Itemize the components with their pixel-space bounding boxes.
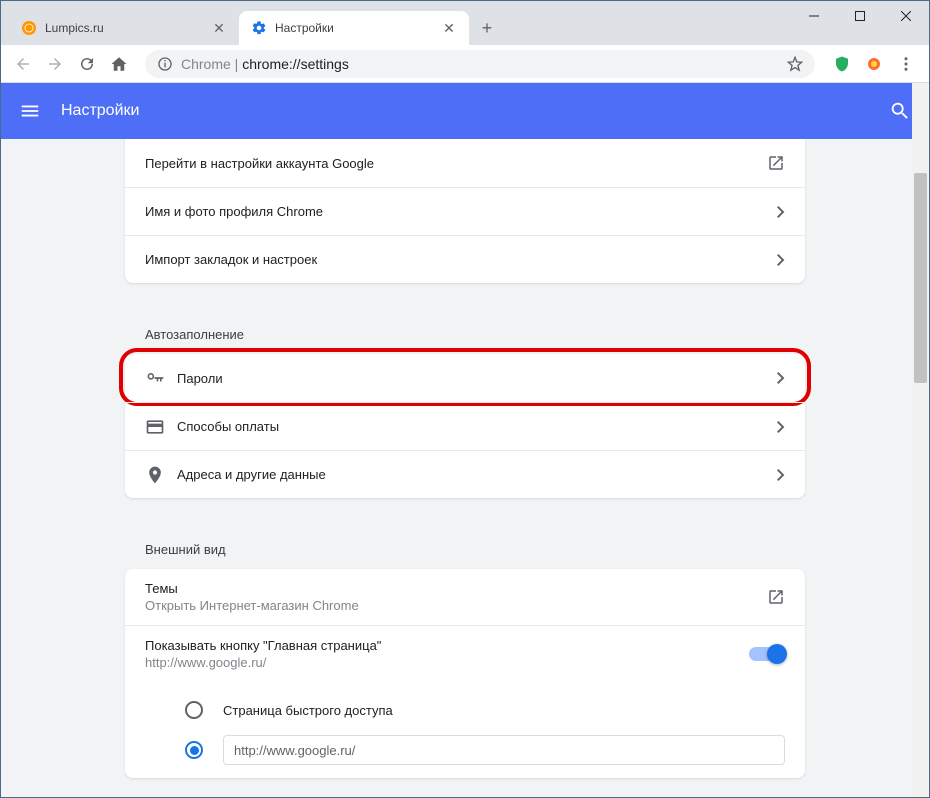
row-label: Импорт закладок и настроек (145, 252, 777, 267)
radio-custom-url[interactable] (185, 730, 785, 770)
row-addresses[interactable]: Адреса и другие данные (125, 450, 805, 498)
chevron-right-icon (777, 254, 785, 266)
settings-header: Настройки (1, 83, 929, 139)
settings-body[interactable]: Перейти в настройки аккаунта Google Имя … (1, 139, 929, 797)
browser-window: Lumpics.ru ✕ Настройки ✕ + Chrome | chr (0, 0, 930, 798)
key-icon (145, 368, 177, 388)
section-title-autofill: Автозаполнение (125, 307, 805, 354)
minimize-button[interactable] (791, 1, 837, 31)
maximize-button[interactable] (837, 1, 883, 31)
close-icon[interactable]: ✕ (211, 20, 227, 36)
row-sublabel: Открыть Интернет-магазин Chrome (145, 598, 767, 613)
row-payment-methods[interactable]: Способы оплаты (125, 402, 805, 450)
chevron-right-icon (777, 206, 785, 218)
external-link-icon (767, 154, 785, 172)
row-passwords[interactable]: Пароли (125, 354, 805, 402)
chevron-right-icon (777, 421, 785, 433)
forward-button[interactable] (41, 50, 69, 78)
row-label: Способы оплаты (177, 419, 777, 434)
back-button[interactable] (9, 50, 37, 78)
chevron-right-icon (777, 469, 785, 481)
row-profile-name[interactable]: Имя и фото профиля Chrome (125, 187, 805, 235)
radio-icon[interactable] (185, 741, 203, 759)
site-info-icon[interactable] (157, 56, 173, 72)
home-radio-group: Страница быстрого доступа (125, 682, 805, 778)
shield-icon[interactable] (833, 55, 851, 73)
menu-icon[interactable] (897, 55, 915, 73)
home-button-toggle[interactable] (749, 647, 785, 661)
appearance-card: Темы Открыть Интернет-магазин Chrome Пок… (125, 569, 805, 778)
close-icon[interactable]: ✕ (441, 20, 457, 36)
bookmark-icon[interactable] (787, 56, 803, 72)
chevron-right-icon (777, 372, 785, 384)
row-label: Перейти в настройки аккаунта Google (145, 156, 767, 171)
page-title: Настройки (61, 102, 869, 120)
row-label: Имя и фото профиля Chrome (145, 204, 777, 219)
row-themes[interactable]: Темы Открыть Интернет-магазин Chrome (125, 569, 805, 625)
content-area: Настройки Перейти в настройки аккаунта G… (1, 83, 929, 797)
row-label: Адреса и другие данные (177, 467, 777, 482)
row-home-button[interactable]: Показывать кнопку "Главная страница" htt… (125, 625, 805, 682)
search-icon[interactable] (889, 100, 911, 122)
radio-label: Страница быстрого доступа (223, 703, 393, 718)
toolbar: Chrome | chrome://settings (1, 45, 929, 83)
tabs-area: Lumpics.ru ✕ Настройки ✕ + (1, 1, 929, 45)
external-link-icon (767, 588, 785, 606)
home-button[interactable] (105, 50, 133, 78)
new-tab-button[interactable]: + (473, 14, 501, 42)
radio-ntp[interactable]: Страница быстрого доступа (185, 690, 785, 730)
row-google-account[interactable]: Перейти в настройки аккаунта Google (125, 139, 805, 187)
favicon-lumpics (21, 20, 37, 36)
people-card: Перейти в настройки аккаунта Google Имя … (125, 139, 805, 283)
section-title-appearance: Внешний вид (125, 522, 805, 569)
credit-card-icon (145, 417, 177, 437)
titlebar: Lumpics.ru ✕ Настройки ✕ + (1, 1, 929, 45)
row-sublabel: http://www.google.ru/ (145, 655, 749, 670)
hamburger-icon[interactable] (19, 100, 41, 122)
autofill-card: Пароли Способы оплаты Адреса и другие да… (125, 354, 805, 498)
favicon-settings (251, 20, 267, 36)
extension-icon[interactable] (865, 55, 883, 73)
extensions-area (827, 55, 921, 73)
location-icon (145, 465, 177, 485)
tab-settings[interactable]: Настройки ✕ (239, 11, 469, 45)
row-label: Показывать кнопку "Главная страница" (145, 638, 749, 653)
omnibox[interactable]: Chrome | chrome://settings (145, 50, 815, 78)
omnibox-text: Chrome | chrome://settings (181, 56, 349, 72)
close-button[interactable] (883, 1, 929, 31)
tab-lumpics[interactable]: Lumpics.ru ✕ (9, 11, 239, 45)
tab-title: Настройки (275, 21, 433, 35)
home-url-input[interactable] (223, 735, 785, 765)
window-controls (791, 1, 929, 31)
scrollbar-thumb[interactable] (914, 173, 927, 383)
row-label: Пароли (177, 371, 777, 386)
row-import-bookmarks[interactable]: Импорт закладок и настроек (125, 235, 805, 283)
radio-icon[interactable] (185, 701, 203, 719)
tab-title: Lumpics.ru (45, 21, 203, 35)
row-label: Темы (145, 581, 767, 596)
scrollbar[interactable] (912, 83, 929, 797)
reload-button[interactable] (73, 50, 101, 78)
